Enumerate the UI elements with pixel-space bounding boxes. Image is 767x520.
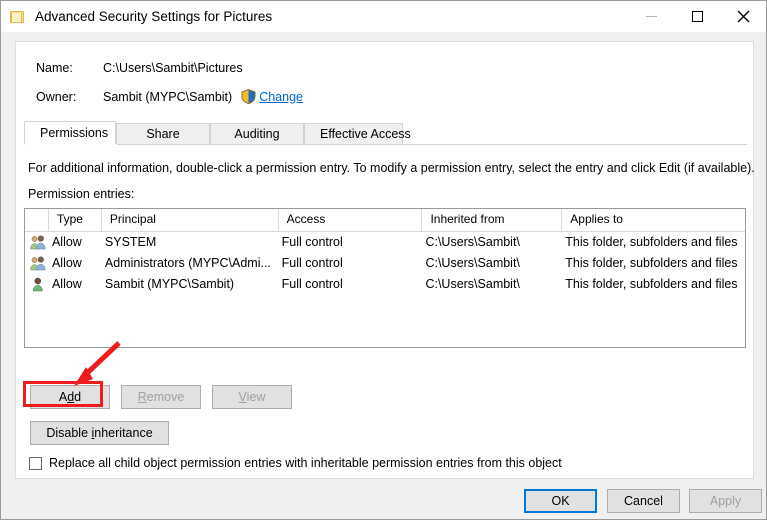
- tab-auditing[interactable]: Auditing: [210, 123, 304, 145]
- view-button[interactable]: View: [212, 385, 292, 409]
- tab-permissions[interactable]: Permissions: [24, 121, 116, 145]
- remove-accel: R: [137, 390, 147, 404]
- table-row[interactable]: Allow Sambit (MYPC\Sambit) Full control …: [25, 274, 745, 295]
- permission-entries-label: Permission entries:: [28, 187, 135, 201]
- folder-icon: [10, 9, 26, 25]
- add-accel: d: [67, 390, 75, 404]
- cell-principal: Sambit (MYPC\Sambit): [104, 277, 235, 291]
- remove-button[interactable]: Remove: [121, 385, 201, 409]
- user-icon: [30, 277, 46, 292]
- minimize-icon: [645, 16, 657, 17]
- cell-access: Full control: [281, 256, 343, 270]
- table-row[interactable]: Allow SYSTEM Full control C:\Users\Sambi…: [25, 232, 745, 253]
- maximize-button[interactable]: [674, 1, 720, 32]
- table-row[interactable]: Allow Administrators (MYPC\Admi... Full …: [25, 253, 745, 274]
- close-button[interactable]: [720, 1, 766, 32]
- minimize-button[interactable]: [628, 1, 674, 32]
- content-panel: Name: C:\Users\Sambit\Pictures Owner: Sa…: [15, 41, 755, 479]
- tab-effective-access[interactable]: Effective Access: [304, 123, 411, 145]
- add-button[interactable]: Add: [30, 385, 110, 409]
- cell-type: Allow: [51, 235, 82, 249]
- tab-active-underline-cover: [25, 144, 117, 145]
- disable-inheritance-button[interactable]: Disable inheritance: [30, 421, 169, 445]
- list-header-row: Type Principal Access Inherited from App…: [25, 209, 745, 232]
- cell-principal: Administrators (MYPC\Admi...: [104, 256, 271, 270]
- cell-applies-to: This folder, subfolders and files: [565, 235, 738, 249]
- tab-strip: Permissions Share Auditing Effective Acc…: [24, 121, 747, 145]
- ok-button[interactable]: OK: [524, 489, 597, 513]
- row-icon-cell: [25, 277, 49, 292]
- replace-child-permissions-label: Replace all child object permission entr…: [49, 456, 562, 470]
- name-value: C:\Users\Sambit\Pictures: [103, 61, 243, 75]
- tab-underline: [24, 144, 747, 145]
- column-header-access[interactable]: Access: [279, 209, 423, 231]
- column-header-applies-to[interactable]: Applies to: [562, 209, 745, 231]
- replace-child-permissions-row[interactable]: Replace all child object permission entr…: [29, 456, 562, 470]
- disable-inheritance-label-post: nheritance: [94, 426, 153, 440]
- window-title: Advanced Security Settings for Pictures: [35, 9, 273, 24]
- cell-type: Allow: [51, 256, 82, 270]
- cell-applies-to: This folder, subfolders and files: [565, 256, 738, 270]
- cell-applies-to: This folder, subfolders and files: [565, 277, 738, 291]
- cell-type: Allow: [51, 277, 82, 291]
- remove-label-rest: emove: [146, 390, 185, 404]
- cell-inherited-from: C:\Users\Sambit\: [425, 235, 520, 249]
- column-header-type[interactable]: Type: [49, 209, 102, 231]
- row-icon-cell: [25, 235, 49, 250]
- view-accel: V: [238, 390, 247, 404]
- title-bar: Advanced Security Settings for Pictures: [1, 1, 766, 32]
- column-header-icon[interactable]: [25, 209, 49, 231]
- owner-value: Sambit (MYPC\Sambit): [103, 89, 233, 104]
- column-header-principal[interactable]: Principal: [102, 209, 279, 231]
- permission-entries-list[interactable]: Type Principal Access Inherited from App…: [24, 208, 746, 348]
- cell-access: Full control: [281, 277, 343, 291]
- replace-child-permissions-checkbox[interactable]: [29, 456, 42, 470]
- cell-access: Full control: [281, 235, 343, 249]
- view-label-rest: iew: [246, 390, 266, 404]
- maximize-icon: [691, 11, 703, 22]
- cell-principal: SYSTEM: [104, 235, 157, 249]
- owner-row: Owner: Sambit (MYPC\Sambit) Change: [36, 89, 303, 105]
- name-label: Name:: [36, 61, 73, 75]
- disable-inheritance-label-pre: Disable: [46, 426, 92, 440]
- apply-button[interactable]: Apply: [689, 489, 762, 513]
- tab-share[interactable]: Share: [116, 123, 210, 145]
- window-controls: [628, 1, 766, 32]
- advanced-security-settings-window: Advanced Security Settings for Pictures …: [0, 0, 767, 520]
- change-owner-link[interactable]: Change: [259, 90, 303, 104]
- owner-label: Owner:: [36, 89, 77, 104]
- name-row: Name: C:\Users\Sambit\Pictures: [36, 61, 243, 75]
- cancel-button[interactable]: Cancel: [607, 489, 680, 513]
- close-icon: [737, 10, 749, 23]
- description-text: For additional information, double-click…: [28, 161, 755, 175]
- group-icon: [30, 235, 46, 250]
- group-icon: [30, 256, 46, 271]
- row-icon-cell: [25, 256, 49, 271]
- uac-shield-icon: [241, 89, 256, 105]
- cell-inherited-from: C:\Users\Sambit\: [425, 277, 520, 291]
- column-header-inherited-from[interactable]: Inherited from: [422, 209, 563, 231]
- cell-inherited-from: C:\Users\Sambit\: [425, 256, 520, 270]
